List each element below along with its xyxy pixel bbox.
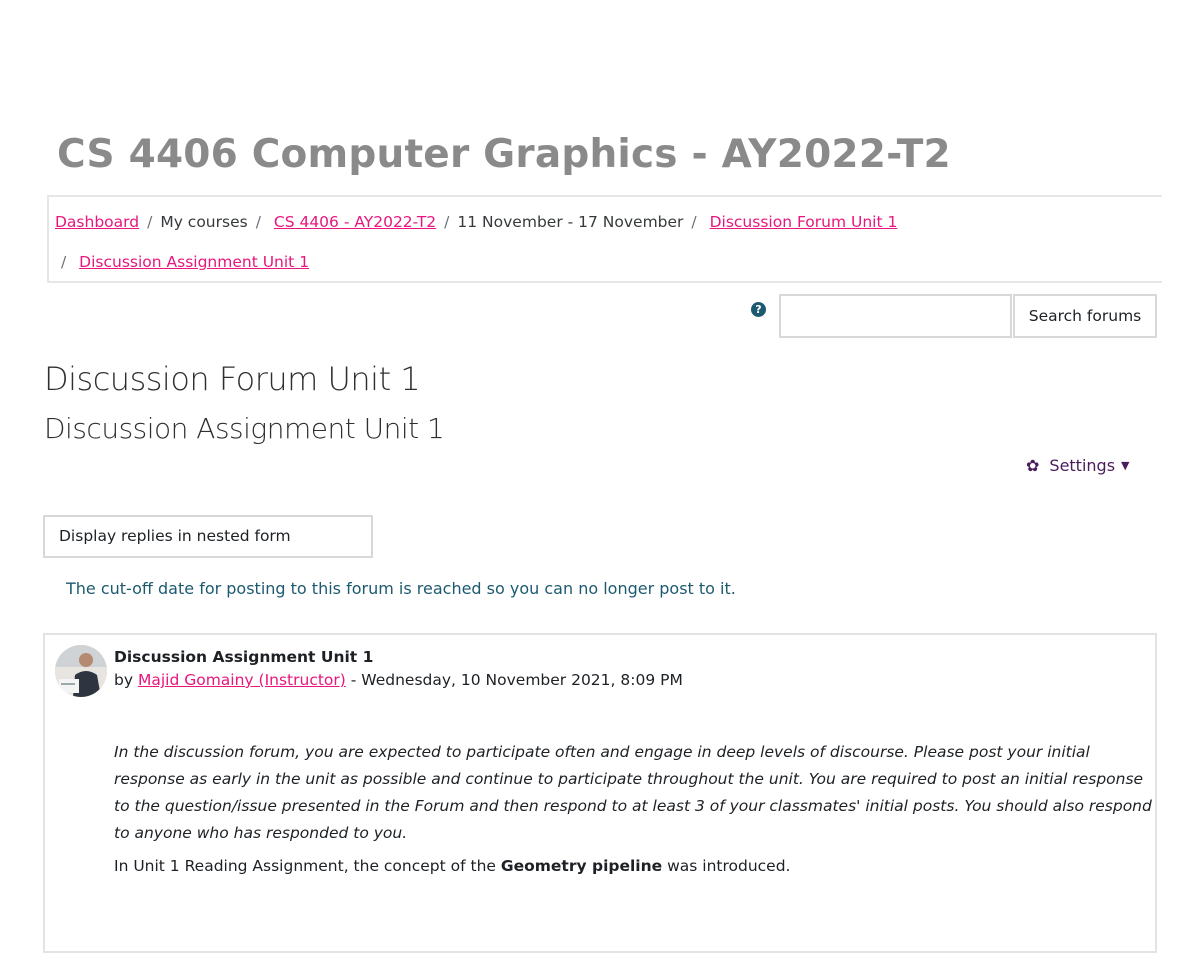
breadcrumb-separator: / [255, 213, 261, 231]
breadcrumb-separator: / [444, 213, 450, 231]
post-by-prefix: by [114, 671, 134, 689]
post-body-text: was introduced. [662, 857, 791, 875]
breadcrumb-separator: / [147, 213, 153, 231]
breadcrumb-row: / Discussion Assignment Unit 1 [55, 253, 309, 271]
breadcrumb-week: 11 November - 17 November [457, 213, 684, 231]
breadcrumb-dashboard-link[interactable]: Dashboard [55, 213, 139, 231]
breadcrumb-forum-link[interactable]: Discussion Forum Unit 1 [710, 213, 898, 231]
question-circle-icon[interactable]: ? [751, 302, 766, 317]
forum-post: Discussion Assignment Unit 1 by Majid Go… [43, 633, 1157, 953]
settings-menu-button[interactable]: ✿ Settings ▼ [1026, 456, 1130, 475]
page-title: Discussion Forum Unit 1 [44, 360, 421, 398]
search-input[interactable] [779, 294, 1012, 338]
post-byline: by Majid Gomainy (Instructor) - Wednesda… [114, 671, 683, 689]
breadcrumb-separator: / [61, 253, 67, 271]
post-body-bold: Geometry pipeline [500, 857, 663, 875]
post-body-text: In Unit 1 Reading Assignment, the concep… [114, 857, 501, 875]
breadcrumb-row: Dashboard / My courses / CS 4406 - AY2022-T… [55, 213, 897, 231]
gear-icon: ✿ [1026, 456, 1040, 475]
settings-label: Settings [1049, 456, 1116, 475]
display-mode-select[interactable]: Display replies in nested form [43, 515, 373, 558]
breadcrumb: Dashboard / My courses / CS 4406 - AY2022-T… [47, 195, 1162, 283]
breadcrumb-my-courses: My courses [160, 213, 248, 231]
post-body-line: In Unit 1 Reading Assignment, the concep… [114, 857, 791, 875]
avatar[interactable] [55, 645, 107, 697]
post-date: - Wednesday, 10 November 2021, 8:09 PM [350, 671, 683, 689]
post-author-link[interactable]: Majid Gomainy (Instructor) [138, 671, 346, 689]
breadcrumb-separator: / [691, 213, 697, 231]
breadcrumb-course-link[interactable]: CS 4406 - AY2022-T2 [274, 213, 436, 231]
caret-down-icon: ▼ [1121, 459, 1130, 472]
cutoff-notice: The cut-off date for posting to this for… [66, 579, 736, 598]
post-body-paragraph: In the discussion forum, you are expecte… [114, 743, 1152, 842]
course-title: CS 4406 Computer Graphics - AY2022-T2 [57, 132, 951, 177]
breadcrumb-discussion-link[interactable]: Discussion Assignment Unit 1 [79, 253, 309, 271]
search-forums-button[interactable]: Search forums [1013, 294, 1157, 338]
page-subtitle: Discussion Assignment Unit 1 [44, 412, 445, 445]
post-subject: Discussion Assignment Unit 1 [114, 648, 374, 666]
